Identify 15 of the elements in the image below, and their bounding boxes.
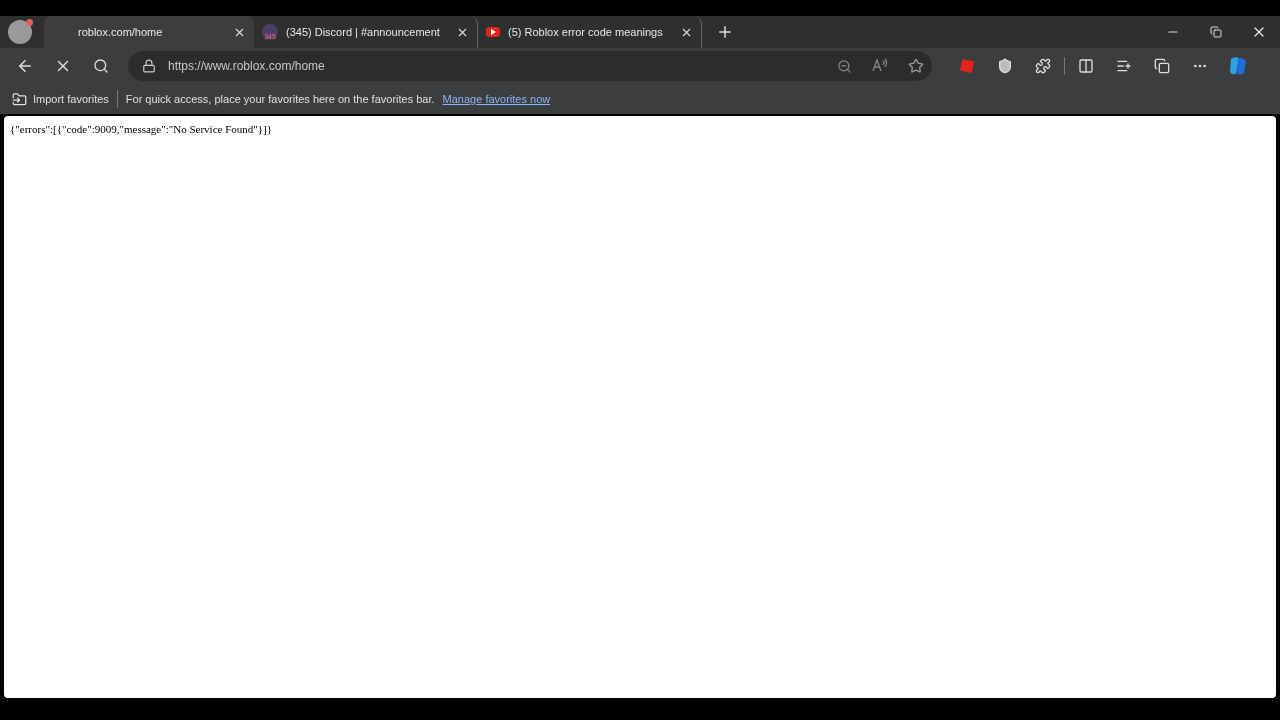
lock-icon: [142, 59, 156, 73]
import-favorites-button[interactable]: Import favorites: [12, 91, 109, 107]
profile-avatar[interactable]: [8, 20, 32, 44]
favorite-star-icon[interactable]: [908, 58, 924, 74]
zoom-out-icon[interactable]: [837, 58, 852, 74]
favorites-hint: For quick access, place your favorites here on the favorites bar.: [125, 93, 435, 105]
plus-icon: [716, 23, 734, 41]
browser-tab[interactable]: roblox.com/home: [44, 16, 254, 48]
restore-icon: [1209, 26, 1222, 38]
play-icon: [486, 27, 500, 37]
manage-favorites-link[interactable]: Manage favorites now: [442, 93, 551, 105]
folder-import-icon: [12, 91, 27, 107]
error-json-text: {"errors":[{"code":9009,"message":"No Service Found"}]}: [10, 123, 273, 135]
address-bar[interactable]: https://www.roblox.com/home: [128, 51, 932, 81]
search-icon: [93, 58, 109, 74]
